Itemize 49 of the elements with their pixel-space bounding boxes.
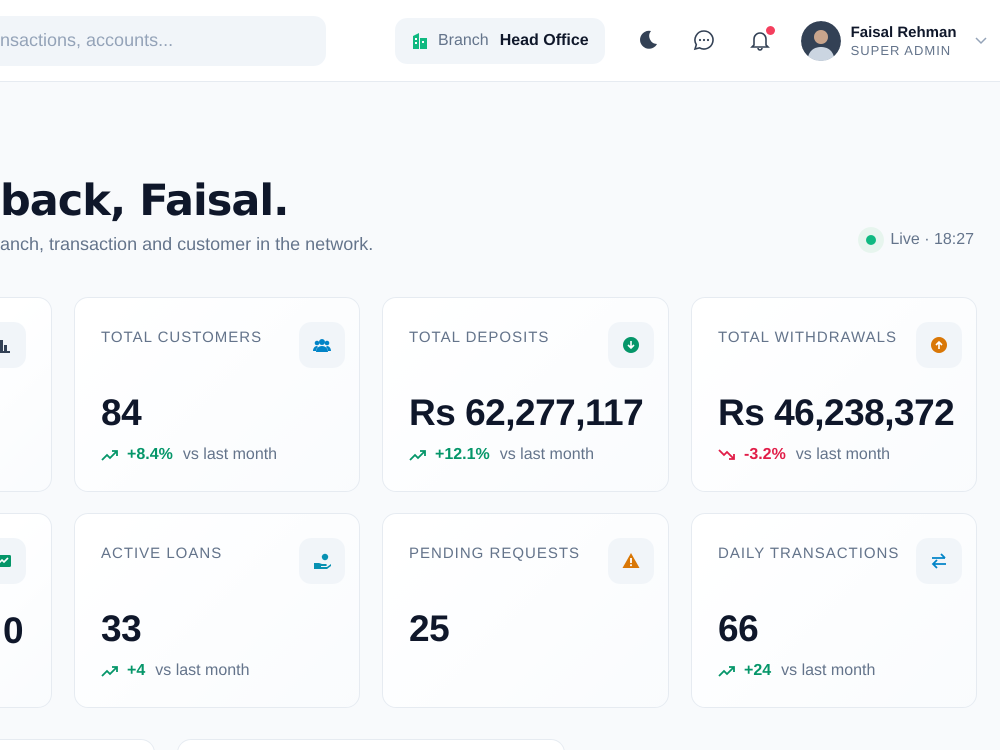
search-field[interactable]: nsactions, accounts... <box>0 16 326 66</box>
live-status: Live · 18:27 <box>890 231 974 249</box>
stat-value: 84 <box>101 392 142 434</box>
live-indicator <box>858 227 884 253</box>
user-name: Faisal Rehman <box>850 24 956 40</box>
trend-caption: vs last month <box>182 446 278 464</box>
trend-up-icon <box>101 665 119 677</box>
stat-title: DAILY TRANSACTIONS <box>718 545 900 562</box>
trend-up-icon <box>409 449 427 461</box>
trend-caption: vs last month <box>796 446 890 464</box>
trend-caption: vs last month <box>500 446 594 464</box>
stat-value: Rs 62,277,117 <box>409 392 642 434</box>
arrow-down-icon <box>622 336 640 354</box>
greeting-subtitle: anch, transaction and customer in the network. <box>0 234 374 255</box>
user-role: SUPER ADMIN <box>850 42 952 58</box>
stat-value: 66 <box>718 608 760 650</box>
stat-value: 0 <box>3 610 24 652</box>
branch-selector[interactable]: Branch Head Office <box>395 18 605 64</box>
trend-delta: -3.2% <box>744 446 786 464</box>
messages-button[interactable] <box>692 28 717 52</box>
users-icon <box>313 336 331 354</box>
hand-coin-icon <box>313 552 331 570</box>
greeting-title: back, Faisal. <box>0 175 290 228</box>
trend-caption: vs last month <box>781 662 876 680</box>
stat-value: 25 <box>409 608 450 650</box>
trend-up-icon <box>718 665 736 677</box>
transfer-icon <box>930 552 948 570</box>
trend-caption: vs last month <box>155 662 250 680</box>
notifications-button[interactable] <box>748 28 773 52</box>
chat-icon <box>692 28 715 50</box>
trend-delta: +12.1% <box>435 446 490 464</box>
stat-title: TOTAL CUSTOMERS <box>101 329 262 346</box>
stat-title: ACTIVE LOANS <box>101 545 222 562</box>
stat-value: 33 <box>101 608 142 650</box>
warning-icon <box>622 552 640 570</box>
trend-up-icon <box>101 449 119 461</box>
stat-title: TOTAL WITHDRAWALS <box>718 329 897 346</box>
trend-delta: +8.4% <box>127 446 173 464</box>
caret-icon[interactable] <box>974 36 986 44</box>
stat-title: PENDING REQUESTS <box>409 545 580 562</box>
arrow-up-icon <box>930 336 948 354</box>
branch-label: Branch <box>438 32 489 50</box>
avatar[interactable] <box>800 20 841 60</box>
building-icon <box>411 32 429 50</box>
trend-delta: +4 <box>127 662 146 680</box>
branch-value: Head Office <box>500 32 589 50</box>
trend-delta: +24 <box>744 662 772 680</box>
stat-title: TOTAL DEPOSITS <box>409 329 550 346</box>
trend-down-icon <box>718 449 736 461</box>
